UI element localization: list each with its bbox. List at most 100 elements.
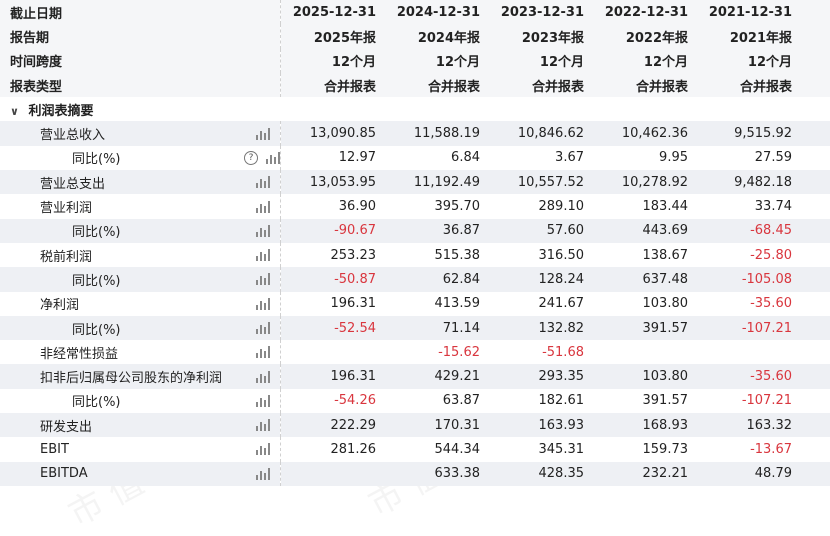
header-row: 时间跨度 12个月 12个月 12个月 12个月 12个月 — [0, 48, 830, 73]
value-cell: 159.73 — [592, 437, 696, 462]
bar-chart-icon[interactable] — [266, 151, 279, 164]
row-label: 净利润 — [0, 291, 244, 316]
value-cell: 10,462.36 — [592, 121, 696, 146]
header-cell: 合并报表 — [488, 72, 592, 98]
table-row: 同比(%) -54.26 63.87 182.61 391.57 -107.21 — [0, 388, 830, 414]
value-cell: 12.97 — [280, 145, 384, 171]
row-label: 研发支出 — [0, 413, 244, 438]
row-label: 税前利润 — [0, 242, 244, 268]
table-row: 营业利润 36.90 395.70 289.10 183.44 33.74 — [0, 194, 830, 219]
header-cell: 2023年报 — [488, 24, 592, 49]
value-cell: 281.26 — [280, 437, 384, 462]
table-row: 非经常性损益 -15.62 -51.68 — [0, 340, 830, 365]
value-cell: 10,557.52 — [488, 170, 592, 195]
value-cell: 196.31 — [280, 291, 384, 316]
table-row: 营业总支出 13,053.95 11,192.49 10,557.52 10,278.9… — [0, 170, 830, 195]
value-cell: -54.26 — [280, 388, 384, 414]
value-cell: 345.31 — [488, 437, 592, 462]
table-row: 扣非后归属母公司股东的净利润 196.31 429.21 293.35 103.80 -3… — [0, 364, 830, 389]
bar-chart-icon[interactable] — [255, 176, 270, 189]
value-cell: 13,090.85 — [280, 121, 384, 146]
header-cell: 12个月 — [696, 48, 800, 73]
value-cell: 3.67 — [488, 145, 592, 171]
row-label: 非经常性损益 — [0, 340, 244, 365]
value-cell: -105.08 — [696, 267, 800, 292]
value-cell: 413.59 — [384, 291, 488, 316]
value-cell: -68.45 — [696, 218, 800, 243]
row-label: 同比(%) — [0, 267, 244, 292]
value-cell: 6.84 — [384, 145, 488, 171]
bar-chart-icon[interactable] — [255, 322, 270, 334]
value-cell: 293.35 — [488, 364, 592, 389]
row-label: 同比(%) — [0, 315, 244, 341]
header-row: 报表类型 合并报表 合并报表 合并报表 合并报表 合并报表 — [0, 72, 830, 98]
value-cell: -107.21 — [696, 315, 800, 341]
table-row: 营业总收入 13,090.85 11,588.19 10,846.62 10,462.3… — [0, 121, 830, 146]
bar-chart-icon[interactable] — [255, 127, 270, 140]
value-cell: 232.21 — [592, 461, 696, 486]
value-cell: 241.67 — [488, 291, 592, 316]
bar-chart-icon[interactable] — [255, 394, 270, 407]
bar-chart-icon[interactable] — [255, 273, 270, 286]
table-row: EBITDA 633.38 428.35 232.21 48.79 — [0, 461, 830, 486]
header-cell: 2022年报 — [592, 24, 696, 49]
value-cell: 9,482.18 — [696, 170, 800, 195]
value-cell — [280, 340, 384, 365]
bar-chart-icon[interactable] — [255, 200, 270, 213]
header-cell: 2021年报 — [696, 24, 800, 49]
row-label: EBITDA — [0, 461, 244, 486]
section-row-income-summary[interactable]: ∨ 利润表摘要 — [0, 97, 830, 122]
header-label: 截止日期 — [0, 0, 244, 25]
question-circle-icon[interactable]: ? — [244, 150, 258, 165]
header-cell: 2022-12-31 — [592, 0, 696, 25]
bar-chart-icon[interactable] — [255, 224, 270, 237]
table-row: 同比(%) -90.67 36.87 57.60 443.69 -68.45 — [0, 218, 830, 243]
value-cell: 222.29 — [280, 413, 384, 438]
bar-chart-icon[interactable] — [255, 346, 270, 359]
header-cell: 合并报表 — [384, 72, 488, 98]
value-cell: 57.60 — [488, 218, 592, 243]
bar-chart-icon[interactable] — [255, 443, 270, 456]
header-cell: 2023-12-31 — [488, 0, 592, 25]
value-cell: 48.79 — [696, 461, 800, 486]
value-cell: 138.67 — [592, 242, 696, 268]
value-cell: 11,192.49 — [384, 170, 488, 195]
table-row: EBIT 281.26 544.34 345.31 159.73 -13.67 — [0, 437, 830, 462]
header-cell: 合并报表 — [592, 72, 696, 98]
value-cell: 27.59 — [696, 145, 800, 171]
value-cell: 316.50 — [488, 242, 592, 268]
value-cell: 289.10 — [488, 194, 592, 219]
header-row: 报告期 2025年报 2024年报 2023年报 2022年报 2021年报 — [0, 24, 830, 49]
value-cell: -13.67 — [696, 437, 800, 462]
bar-chart-icon[interactable] — [255, 419, 270, 432]
value-cell: 62.84 — [384, 267, 488, 292]
value-cell: 11,588.19 — [384, 121, 488, 146]
value-cell: 544.34 — [384, 437, 488, 462]
header-cell: 2025年报 — [280, 24, 384, 49]
table-row: 同比(%) -50.87 62.84 128.24 637.48 -105.08 — [0, 267, 830, 292]
bar-chart-icon[interactable] — [255, 249, 270, 262]
header-label: 报告期 — [0, 24, 244, 49]
value-cell: -50.87 — [280, 267, 384, 292]
header-cell: 2025-12-31 — [280, 0, 384, 25]
table-row: 研发支出 222.29 170.31 163.93 168.93 163.32 — [0, 413, 830, 438]
bar-chart-icon[interactable] — [255, 467, 270, 480]
value-cell: 9,515.92 — [696, 121, 800, 146]
section-label: 利润表摘要 — [28, 103, 94, 119]
header-cell: 合并报表 — [280, 72, 384, 98]
value-cell: 103.80 — [592, 364, 696, 389]
value-cell: 633.38 — [384, 461, 488, 486]
value-cell: 36.87 — [384, 218, 488, 243]
value-cell: 71.14 — [384, 315, 488, 341]
value-cell: 13,053.95 — [280, 170, 384, 195]
value-cell: 429.21 — [384, 364, 488, 389]
value-cell: 395.70 — [384, 194, 488, 219]
row-label: 营业总收入 — [0, 121, 244, 146]
value-cell — [592, 340, 696, 365]
bar-chart-icon[interactable] — [255, 297, 270, 310]
chevron-down-icon[interactable]: ∨ — [10, 105, 24, 118]
row-label: 同比(%) — [0, 145, 244, 171]
bar-chart-icon[interactable] — [255, 370, 270, 383]
value-cell — [696, 340, 800, 365]
row-label: EBIT — [0, 437, 244, 462]
